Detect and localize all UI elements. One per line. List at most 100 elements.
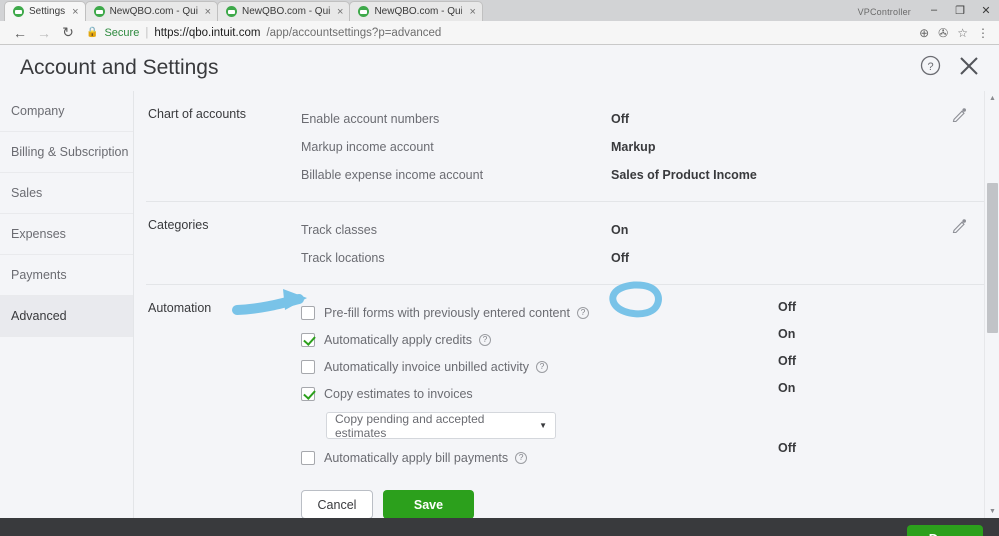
browser-tab-0[interactable]: Settings × bbox=[4, 1, 86, 21]
option-state: Off bbox=[778, 354, 796, 368]
quickbooks-icon bbox=[94, 6, 105, 17]
browser-tab-1[interactable]: NewQBO.com - QuickBo × bbox=[85, 1, 218, 21]
filter-icon[interactable]: ✇ bbox=[938, 26, 948, 40]
checkbox-prefill-forms[interactable] bbox=[301, 306, 315, 320]
browser-urlbar: ← → ↻ 🔒 Secure | https://qbo.intuit.com/… bbox=[0, 21, 999, 45]
scroll-down-arrow-icon[interactable]: ▼ bbox=[985, 504, 999, 518]
tab-close-icon[interactable]: × bbox=[337, 6, 343, 18]
setting-row: Markup income account Markup bbox=[301, 133, 999, 161]
sidebar-item-billing-subscription[interactable]: Billing & Subscription bbox=[0, 132, 133, 173]
option-state: On bbox=[778, 381, 795, 395]
dropdown-value: Copy pending and accepted estimates bbox=[335, 412, 539, 440]
setting-value: Sales of Product Income bbox=[611, 168, 757, 182]
option-state: Off bbox=[778, 300, 796, 314]
checkbox-automatically-apply-credits[interactable] bbox=[301, 333, 315, 347]
urlbar-actions: ⊕ ✇ ☆ ⋮ bbox=[919, 26, 991, 40]
checkbox-automatically-invoice-unbilled-activity[interactable] bbox=[301, 360, 315, 374]
setting-name: Track classes bbox=[301, 223, 611, 237]
content-scrollbar[interactable]: ▲ ▼ bbox=[984, 91, 999, 518]
option-automatically-apply-bill-payments: Automatically apply bill payments ? Off bbox=[301, 444, 999, 471]
setting-row: Track classes On bbox=[301, 216, 999, 244]
close-icon[interactable] bbox=[957, 54, 981, 83]
window-close-button[interactable]: ✕ bbox=[973, 1, 999, 19]
checkbox-automatically-apply-bill-payments[interactable] bbox=[301, 451, 315, 465]
setting-value: On bbox=[611, 223, 628, 237]
section-title: Chart of accounts bbox=[146, 105, 301, 189]
sidebar-item-sales[interactable]: Sales bbox=[0, 173, 133, 214]
bookmark-star-icon[interactable]: ☆ bbox=[957, 26, 968, 40]
window-user-label: VPController bbox=[858, 7, 921, 21]
automation-options: Pre-fill forms with previously entered c… bbox=[301, 299, 999, 518]
app-body: Company Billing & Subscription Sales Exp… bbox=[0, 91, 999, 518]
tab-title: NewQBO.com - QuickBo bbox=[110, 6, 198, 17]
copy-estimates-dropdown[interactable]: Copy pending and accepted estimates ▼ bbox=[326, 412, 556, 439]
quickbooks-icon bbox=[226, 6, 237, 17]
url-host: https://qbo.intuit.com bbox=[154, 27, 260, 39]
section-chart-of-accounts: Chart of accounts Enable account numbers… bbox=[146, 91, 999, 202]
quickbooks-icon bbox=[358, 6, 369, 17]
section-title: Categories bbox=[146, 216, 301, 272]
sidebar-item-label: Sales bbox=[11, 186, 42, 200]
browser-tab-3[interactable]: NewQBO.com - QuickBo × bbox=[349, 1, 482, 21]
url-separator: | bbox=[145, 27, 148, 39]
help-circle-icon[interactable]: ? bbox=[920, 55, 941, 81]
sidebar-item-expenses[interactable]: Expenses bbox=[0, 214, 133, 255]
setting-name: Enable account numbers bbox=[301, 112, 611, 126]
checkbox-copy-estimates-to-invoices[interactable] bbox=[301, 387, 315, 401]
window-minimize-button[interactable]: – bbox=[921, 1, 947, 19]
tab-close-icon[interactable]: × bbox=[205, 6, 211, 18]
sidebar-item-label: Expenses bbox=[11, 227, 66, 241]
sidebar-item-payments[interactable]: Payments bbox=[0, 255, 133, 296]
pencil-edit-icon[interactable] bbox=[952, 107, 967, 127]
help-circle-icon[interactable]: ? bbox=[515, 452, 527, 464]
section-categories: Categories Track classes On Track locati… bbox=[146, 202, 999, 285]
sidebar-item-label: Company bbox=[11, 104, 65, 118]
browser-tab-2[interactable]: NewQBO.com - QuickBo × bbox=[217, 1, 350, 21]
setting-name: Markup income account bbox=[301, 140, 611, 154]
reload-icon[interactable]: ↻ bbox=[56, 22, 80, 44]
section-automation: Automation Pre-fill forms with previousl… bbox=[146, 285, 999, 518]
scroll-up-arrow-icon[interactable]: ▲ bbox=[985, 91, 999, 105]
option-state: Off bbox=[778, 441, 796, 455]
page-title: Account and Settings bbox=[20, 56, 218, 80]
lock-icon: 🔒 bbox=[86, 27, 98, 38]
url-path: /app/accountsettings?p=advanced bbox=[266, 27, 441, 39]
setting-value: Off bbox=[611, 112, 629, 126]
browser-tabstrip: Settings × NewQBO.com - QuickBo × NewQBO… bbox=[0, 0, 999, 21]
option-label: Copy estimates to invoices bbox=[324, 387, 473, 401]
tab-title: NewQBO.com - QuickBo bbox=[374, 6, 462, 17]
automation-action-buttons: Cancel Save bbox=[301, 490, 999, 518]
help-circle-icon[interactable]: ? bbox=[479, 334, 491, 346]
setting-row: Track locations Off bbox=[301, 244, 999, 272]
browser-chrome: Settings × NewQBO.com - QuickBo × NewQBO… bbox=[0, 0, 999, 45]
option-automatically-apply-credits: Automatically apply credits ? On bbox=[301, 326, 999, 353]
tab-close-icon[interactable]: × bbox=[72, 6, 78, 18]
tab-close-icon[interactable]: × bbox=[469, 6, 475, 18]
save-button[interactable]: Save bbox=[383, 490, 474, 518]
scrollbar-thumb[interactable] bbox=[987, 183, 998, 333]
option-label: Automatically apply bill payments bbox=[324, 451, 508, 465]
sidebar-item-company[interactable]: Company bbox=[0, 91, 133, 132]
tab-title: Settings bbox=[29, 6, 65, 17]
header-actions: ? bbox=[920, 54, 981, 83]
help-circle-icon[interactable]: ? bbox=[536, 361, 548, 373]
pencil-edit-icon[interactable] bbox=[952, 218, 967, 238]
help-circle-icon[interactable]: ? bbox=[577, 307, 589, 319]
option-prefill-forms: Pre-fill forms with previously entered c… bbox=[301, 299, 999, 326]
forward-arrow-icon[interactable]: → bbox=[32, 22, 56, 44]
done-button[interactable]: Done bbox=[907, 525, 983, 536]
back-arrow-icon[interactable]: ← bbox=[8, 22, 32, 44]
sidebar-item-label: Advanced bbox=[11, 309, 67, 323]
menu-kebab-icon[interactable]: ⋮ bbox=[977, 26, 989, 40]
window-maximize-button[interactable]: ❐ bbox=[947, 1, 973, 19]
cancel-button[interactable]: Cancel bbox=[301, 490, 373, 518]
setting-value: Markup bbox=[611, 140, 655, 154]
sidebar-item-label: Billing & Subscription bbox=[11, 145, 128, 159]
sidebar-item-advanced[interactable]: Advanced bbox=[0, 296, 133, 337]
settings-sidebar: Company Billing & Subscription Sales Exp… bbox=[0, 91, 134, 518]
address-bar[interactable]: 🔒 Secure | https://qbo.intuit.com/app/ac… bbox=[80, 22, 919, 44]
zoom-icon[interactable]: ⊕ bbox=[919, 26, 929, 40]
option-label: Automatically apply credits bbox=[324, 333, 472, 347]
option-label: Automatically invoice unbilled activity bbox=[324, 360, 529, 374]
section-rows: Track classes On Track locations Off bbox=[301, 216, 999, 272]
